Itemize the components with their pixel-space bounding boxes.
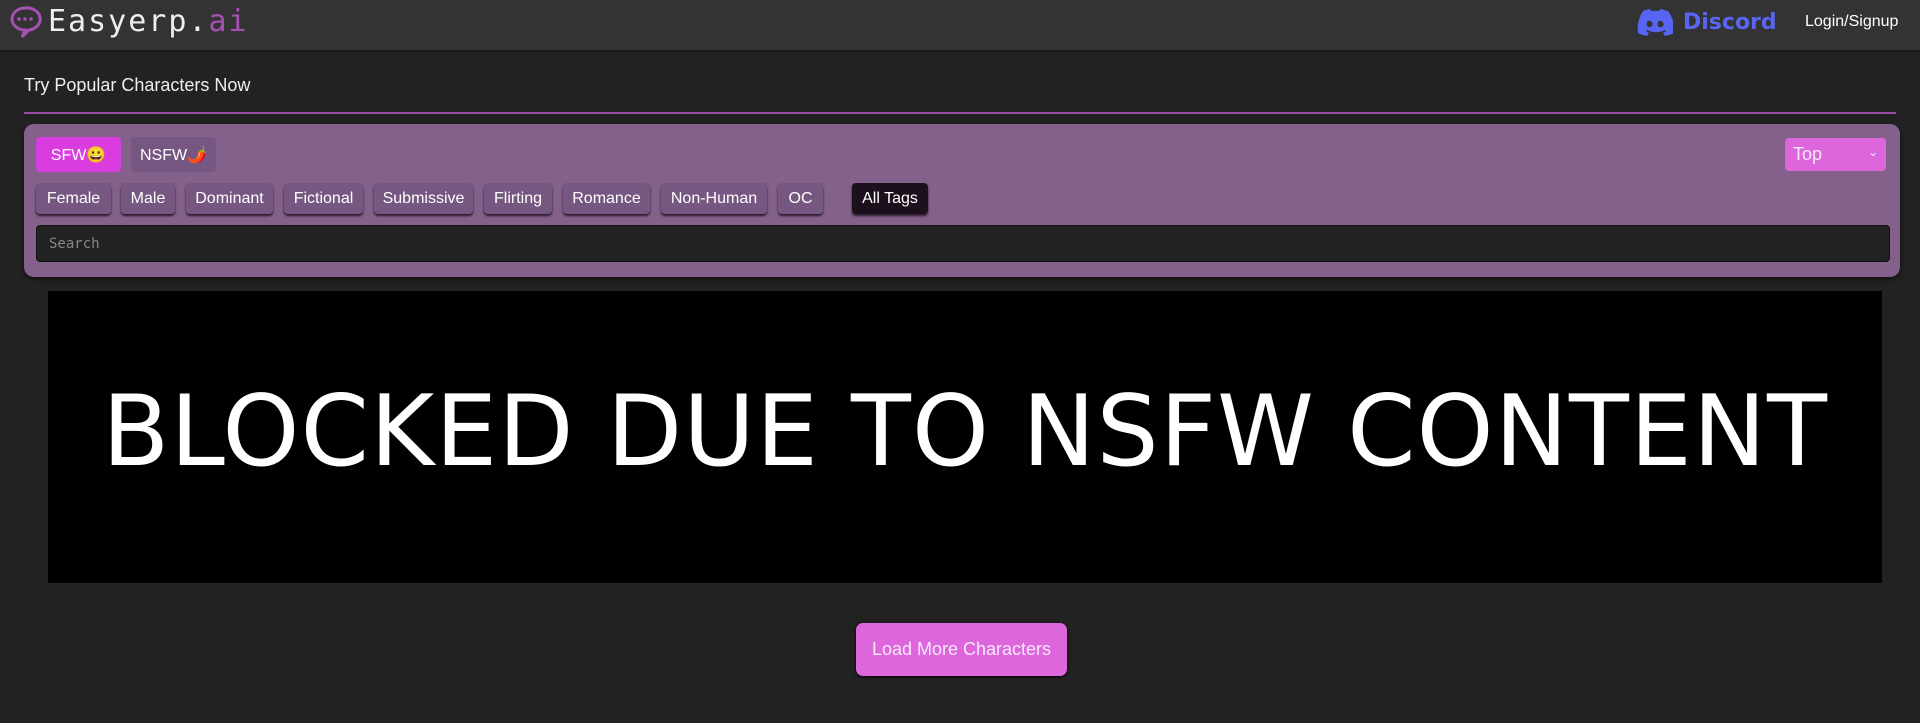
tag-oc[interactable]: OC [778, 183, 823, 214]
top-nav: Easyerp.ai Discord Login/Signup [0, 0, 1920, 50]
logo-accent: ai [208, 4, 249, 39]
discord-label: Discord [1683, 9, 1777, 35]
tag-flirting[interactable]: Flirting [484, 183, 552, 214]
discord-link[interactable]: Discord [1637, 8, 1777, 36]
tag-male[interactable]: Male [121, 183, 175, 214]
tag-romance[interactable]: Romance [563, 183, 650, 214]
load-more-button[interactable]: Load More Characters [856, 623, 1067, 676]
discord-icon [1637, 9, 1673, 36]
filter-panel: SFW😀 NSFW🌶️ Top ⌄ Female Male Dominant Fi… [24, 124, 1900, 277]
blocked-content-banner: BLOCKED DUE TO NSFW CONTENT [48, 291, 1882, 583]
tag-dominant[interactable]: Dominant [186, 183, 273, 214]
search-input[interactable]: Search [36, 225, 1890, 262]
sfw-toggle[interactable]: SFW😀 [36, 137, 121, 172]
logo[interactable]: Easyerp.ai [8, 4, 249, 39]
tag-fictional[interactable]: Fictional [284, 183, 363, 214]
chevron-down-icon: ⌄ [1867, 145, 1878, 159]
page-title: Try Popular Characters Now [24, 75, 251, 95]
tag-all-tags[interactable]: All Tags [852, 183, 928, 214]
tag-submissive[interactable]: Submissive [374, 183, 473, 214]
logo-text: Easyerp. [48, 4, 209, 39]
tag-non-human[interactable]: Non-Human [661, 183, 767, 214]
sort-selected-value: Top [1793, 144, 1823, 164]
login-signup-link[interactable]: Login/Signup [1805, 13, 1898, 31]
chat-bubble-logo-icon [10, 5, 42, 38]
divider [24, 112, 1896, 114]
tag-female[interactable]: Female [36, 183, 111, 214]
sort-select[interactable]: Top ⌄ [1785, 138, 1886, 171]
nsfw-toggle[interactable]: NSFW🌶️ [131, 137, 216, 172]
